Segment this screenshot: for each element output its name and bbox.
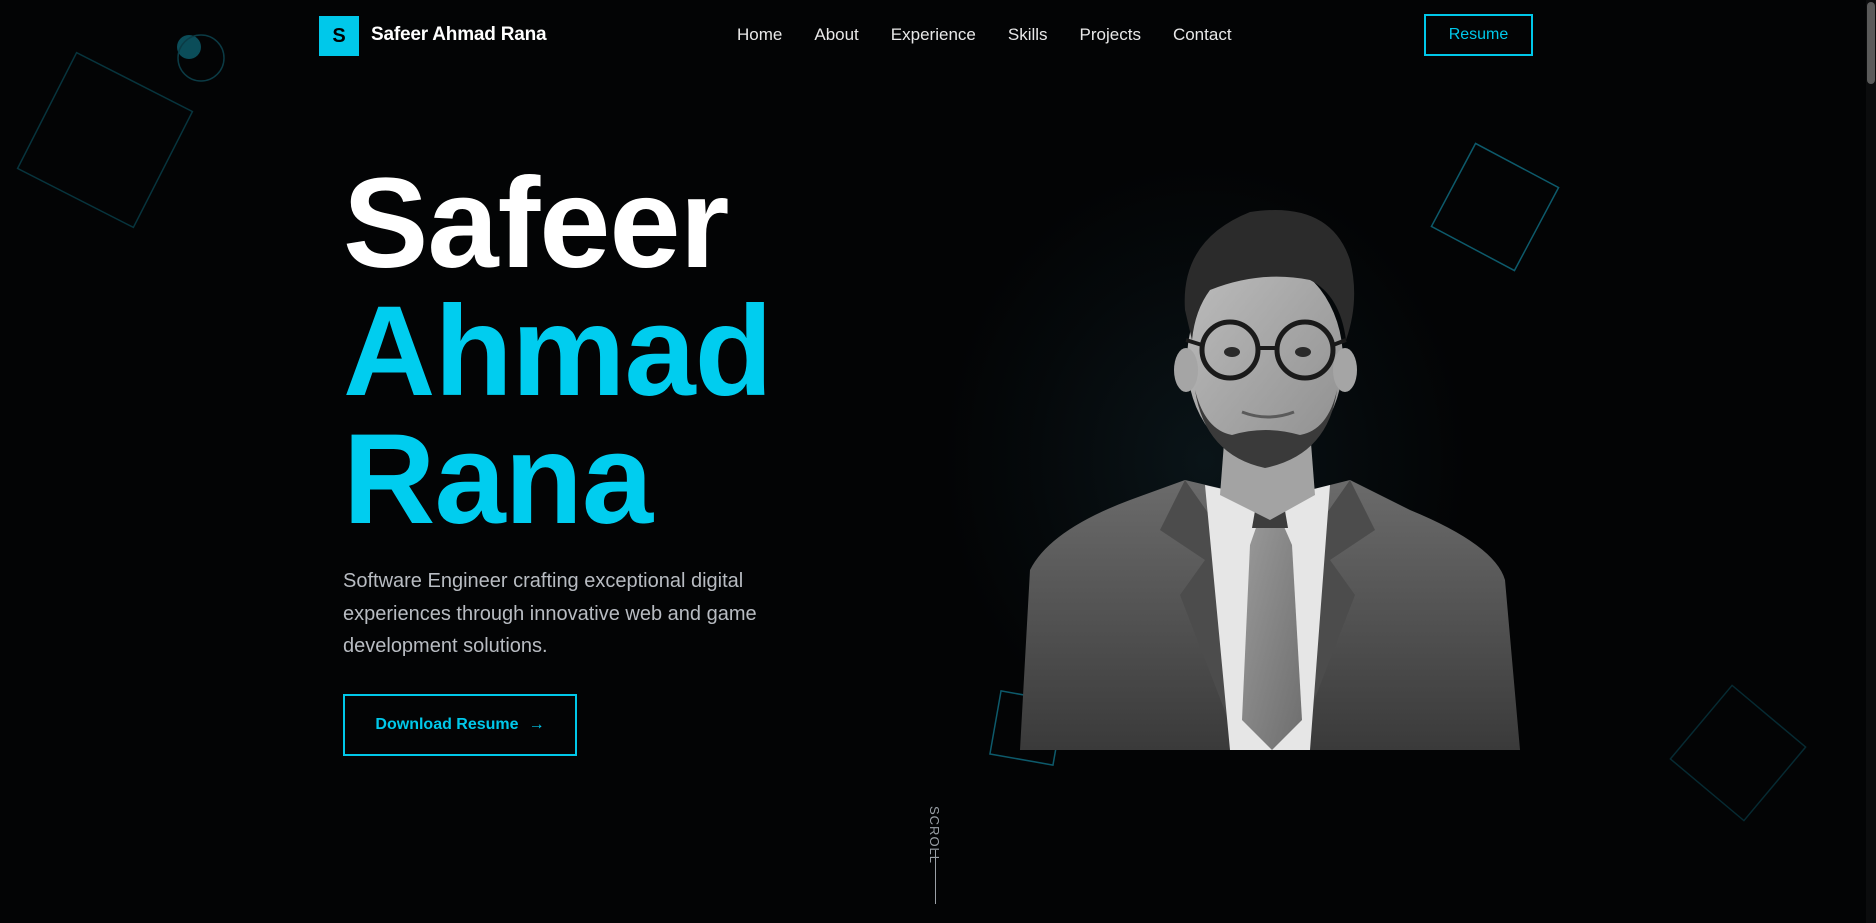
scrollbar-thumb[interactable] (1867, 2, 1875, 84)
nav-link-skills[interactable]: Skills (1008, 25, 1048, 45)
top-navigation: S Safeer Ahmad Rana Home About Experienc… (0, 0, 1866, 72)
logo-name[interactable]: Safeer Ahmad Rana (371, 24, 547, 46)
nav-link-home[interactable]: Home (737, 25, 782, 45)
scroll-indicator-line (935, 850, 936, 904)
hero-title: Safeer Ahmad Rana (343, 152, 773, 551)
arrow-right-icon: → (528, 716, 545, 733)
hero-subtitle: Software Engineer crafting exceptional d… (343, 570, 757, 657)
decorative-shapes (16, 34, 1807, 822)
deco-square-bottom-right (1669, 684, 1807, 822)
nav-link-experience[interactable]: Experience (891, 25, 976, 45)
download-resume-label: Download Resume (375, 716, 519, 733)
hero-title-last-name: Rana (343, 408, 653, 551)
scrollbar-track[interactable] (1866, 0, 1876, 923)
nav-links: Home About Experience Skills Projects Co… (737, 25, 1264, 45)
download-resume-button[interactable]: Download Resume → (343, 694, 577, 756)
logo-badge[interactable]: S (319, 16, 359, 56)
deco-square-left (16, 51, 194, 229)
page: S Safeer Ahmad Rana Home About Experienc… (0, 0, 1876, 923)
resume-button[interactable]: Resume (1424, 14, 1533, 56)
nav-link-projects[interactable]: Projects (1080, 25, 1141, 45)
hero-title-first-name: Safeer (343, 152, 729, 295)
nav-link-about[interactable]: About (814, 25, 858, 45)
nav-link-contact[interactable]: Contact (1173, 25, 1232, 45)
profile-portrait (1020, 210, 1520, 750)
hero-title-middle-name: Ahmad (343, 280, 773, 423)
